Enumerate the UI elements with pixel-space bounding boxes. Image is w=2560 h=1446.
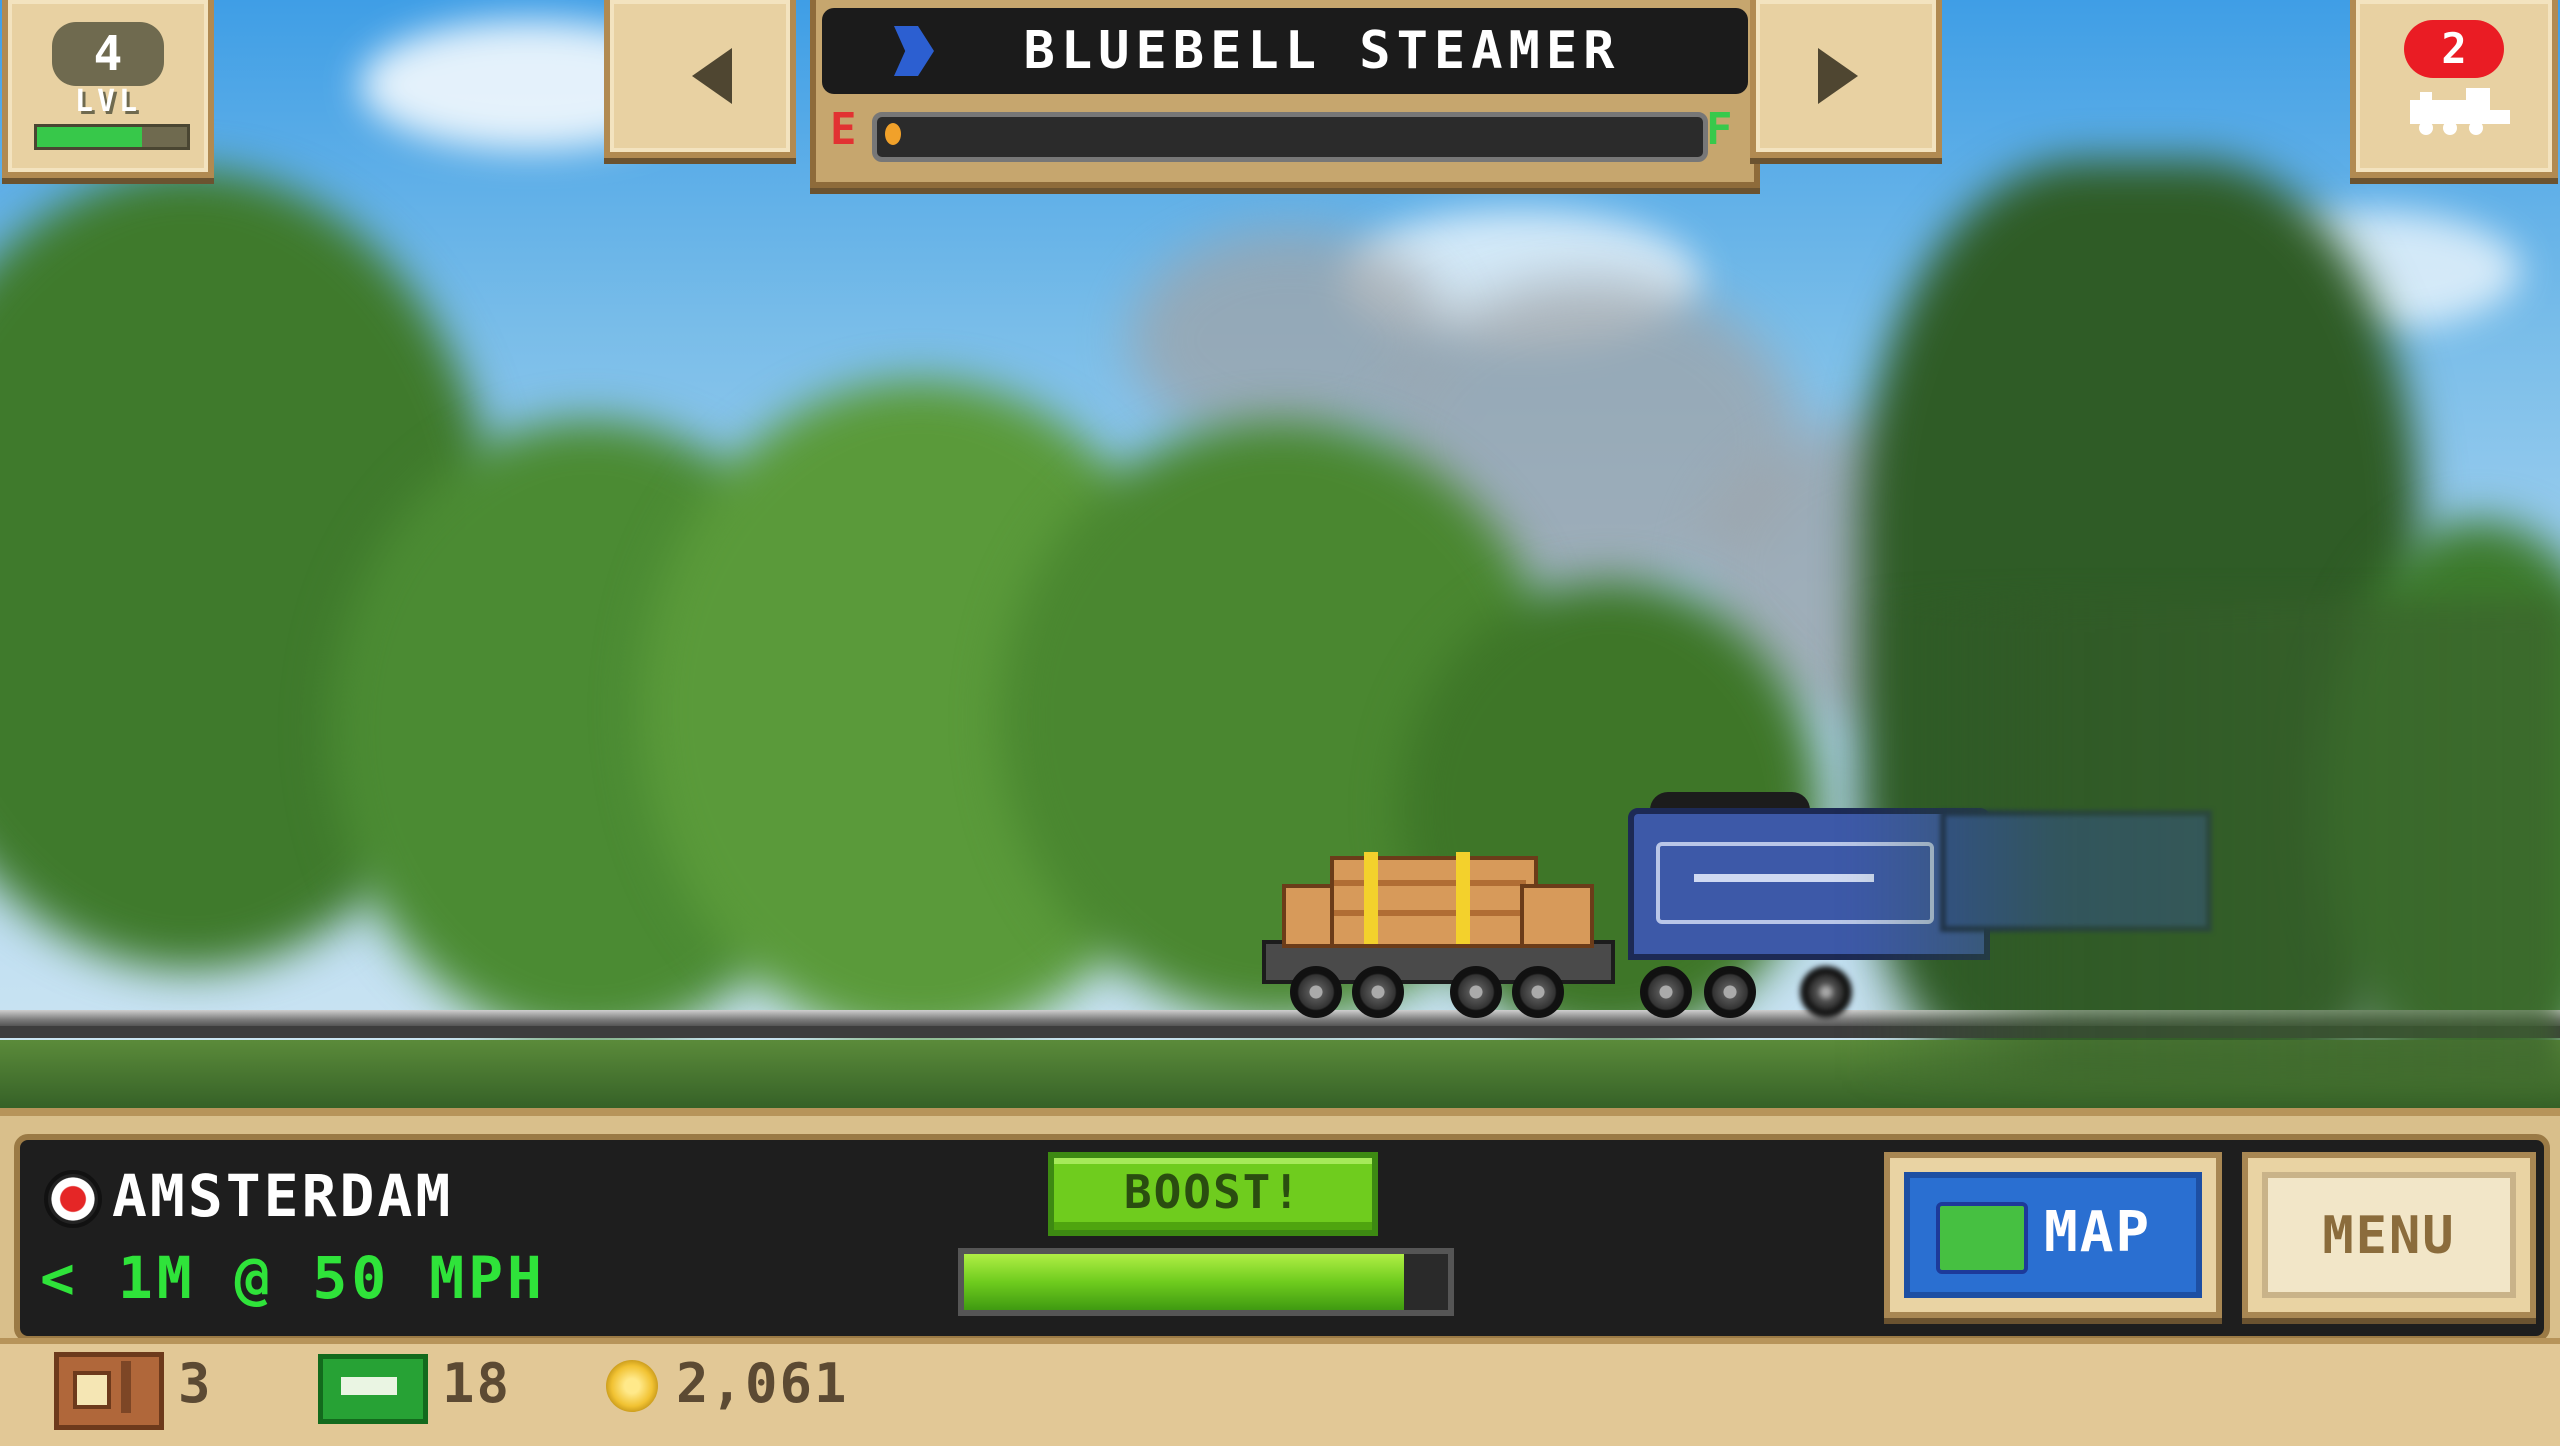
crate-strap: [1364, 852, 1378, 944]
left-arrow-icon: [692, 48, 732, 104]
crate-count: 3: [178, 1352, 213, 1415]
map-button-face: MAP: [1904, 1172, 2202, 1298]
next-train-button[interactable]: [1750, 0, 1942, 158]
crate-slat: [1334, 910, 1526, 916]
boost-meter-fill: [964, 1254, 1405, 1310]
wheel: [1352, 966, 1404, 1018]
right-arrow-icon: [1818, 48, 1858, 104]
orders-count-badge: 2: [2404, 20, 2504, 78]
menu-button[interactable]: MENU: [2242, 1152, 2536, 1318]
destination-eta: < 1M @ 50 MPH: [40, 1244, 546, 1312]
boost-meter: [958, 1248, 1454, 1316]
orders-button[interactable]: 2: [2350, 0, 2558, 178]
crate-icon: [54, 1352, 164, 1430]
cash-count: 18: [442, 1352, 512, 1415]
orders-train-icon: [2410, 88, 2510, 135]
level-number: 4: [52, 22, 164, 86]
crate-strap: [1456, 852, 1470, 944]
prev-train-button[interactable]: [604, 0, 796, 158]
level-label: LVL: [74, 84, 142, 119]
wheel: [1640, 966, 1692, 1018]
bluebell-locomotive-icon: [894, 26, 934, 76]
train-selector: BLUEBELL STEAMER E F: [810, 0, 1760, 188]
fuel-marker-icon: [885, 123, 901, 145]
level-indicator[interactable]: 4 LVL: [2, 0, 214, 178]
crate-icon-window: [73, 1371, 111, 1409]
fuel-gauge: [872, 112, 1708, 162]
coin-icon: [606, 1360, 658, 1412]
cash-icon: [318, 1354, 428, 1424]
wheel: [1512, 966, 1564, 1018]
wheel: [1800, 966, 1852, 1018]
fuel-empty-label: E: [830, 104, 857, 155]
motion-blur: [1850, 600, 2560, 1080]
cargo-crate: [1330, 856, 1538, 948]
fuel-full-label: F: [1706, 104, 1733, 155]
map-icon: [1936, 1202, 2028, 1274]
wheel: [1290, 966, 1342, 1018]
xp-progress-fill: [37, 127, 142, 147]
train-name: BLUEBELL STEAMER: [1023, 21, 1621, 81]
tender-trim: [1694, 874, 1874, 882]
cargo-crate: [1520, 884, 1594, 948]
xp-progress-bar: [34, 124, 190, 150]
map-button[interactable]: MAP: [1884, 1152, 2222, 1318]
menu-button-face: MENU: [2262, 1172, 2516, 1298]
boost-button[interactable]: BOOST!: [1048, 1152, 1378, 1236]
crate-slat: [1334, 880, 1526, 886]
map-label: MAP: [2044, 1200, 2152, 1265]
cash-icon-bill: [341, 1377, 397, 1395]
crate-icon-band: [121, 1361, 131, 1413]
menu-label: MENU: [2322, 1206, 2456, 1266]
destination-marker-icon: [44, 1170, 102, 1228]
wheel: [1704, 966, 1756, 1018]
destination-name: AMSTERDAM: [112, 1162, 454, 1230]
train-name-bar: BLUEBELL STEAMER: [822, 8, 1748, 94]
coin-count: 2,061: [676, 1352, 849, 1415]
wheel: [1450, 966, 1502, 1018]
